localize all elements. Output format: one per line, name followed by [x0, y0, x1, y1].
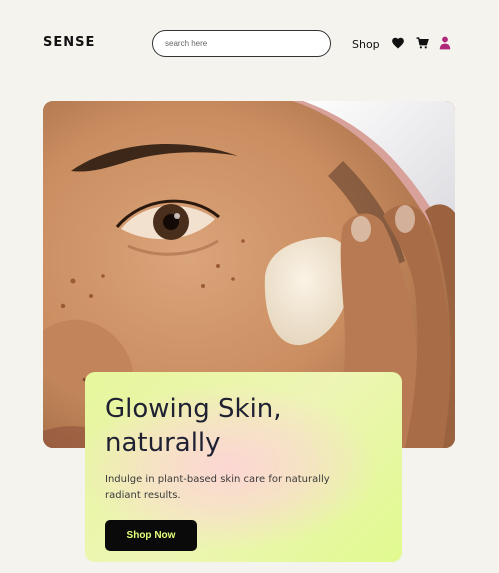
- nav-shop-link[interactable]: Shop: [352, 38, 380, 51]
- hero-card: Glowing Skin, naturally Indulge in plant…: [85, 372, 402, 562]
- logo[interactable]: SENSE: [43, 35, 95, 50]
- shop-now-button[interactable]: Shop Now: [105, 520, 197, 551]
- search-input[interactable]: [152, 30, 331, 57]
- site-header: SENSE Shop: [0, 0, 499, 90]
- hero-title: Glowing Skin, naturally: [105, 394, 282, 458]
- heart-icon[interactable]: [391, 36, 405, 50]
- hero-description: Indulge in plant-based skin care for nat…: [105, 474, 330, 501]
- user-icon[interactable]: [439, 36, 453, 50]
- cart-icon[interactable]: [416, 36, 430, 50]
